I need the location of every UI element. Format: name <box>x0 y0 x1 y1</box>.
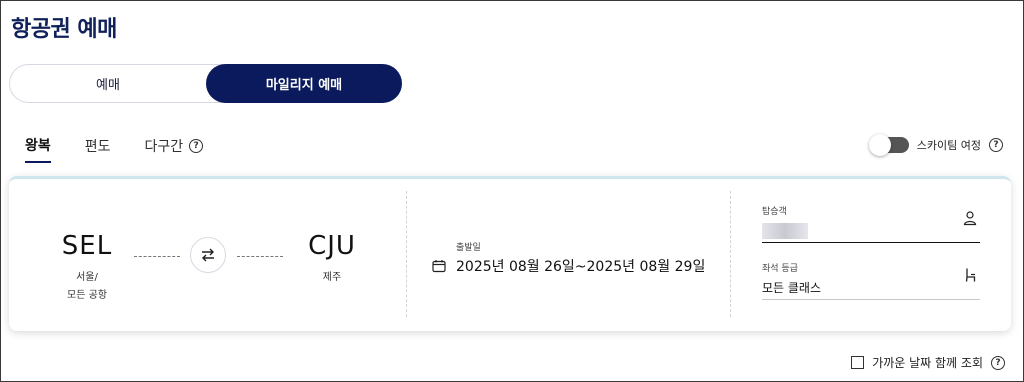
destination-city: 제주 <box>322 272 342 283</box>
cabin-class-value: 모든 클래스 <box>762 281 822 295</box>
seat-icon <box>965 268 976 282</box>
calendar-icon <box>432 260 446 273</box>
skyteam-label: 스카이팀 여정 <box>916 139 981 152</box>
departure-date-field[interactable]: 2025년 08월 26일~2025년 08월 29일 <box>432 256 705 276</box>
booking-mode-toggle: 예매 마일리지 예매 <box>9 64 402 103</box>
skyteam-itinerary: 스카이팀 여정 ? <box>868 134 1003 156</box>
swap-airports-button[interactable] <box>190 237 226 273</box>
tab-multi-city-label: 다구간 <box>144 139 184 155</box>
trip-type-tabs: 왕복 편도 다구간 ? <box>25 135 237 163</box>
page-frame: 항공권 예매 예매 마일리지 예매 왕복 편도 다구간 ? 스카이팀 여정 ? … <box>0 0 1024 382</box>
passengers-field[interactable]: 탑승객 <box>762 204 980 243</box>
origin-city: 서울/ 모든 공항 <box>54 269 120 305</box>
swap-arrows-icon <box>202 248 214 262</box>
divider <box>406 191 407 317</box>
tab-multi-city[interactable]: 다구간 ? <box>145 136 204 162</box>
nearby-dates-option: 가까운 날짜 함께 조회 ? <box>851 354 1005 371</box>
cabin-class-field[interactable]: 좌석 등급 모든 클래스 <box>762 261 980 300</box>
nearby-dates-label: 가까운 날짜 함께 조회 <box>872 356 983 370</box>
route-dots-right <box>237 256 283 257</box>
route-dots-left <box>134 256 180 257</box>
nearby-dates-checkbox[interactable] <box>851 356 865 369</box>
tab-round-trip[interactable]: 왕복 <box>25 135 51 163</box>
origin-city-line2: 모든 공항 <box>67 290 107 301</box>
tab-one-way[interactable]: 편도 <box>85 136 111 162</box>
person-icon <box>963 211 977 226</box>
help-icon[interactable]: ? <box>189 139 204 153</box>
origin-code: SEL <box>61 231 113 261</box>
skyteam-toggle[interactable] <box>868 134 909 156</box>
origin-city-line1: 서울/ <box>76 272 98 283</box>
divider <box>730 191 731 317</box>
passengers-value-redacted <box>762 223 808 239</box>
booking-mode-regular-button[interactable]: 예매 <box>10 64 206 103</box>
destination-code: CJU <box>308 231 356 261</box>
search-card: SEL 서울/ 모든 공항 CJU 제주 출발일 2025년 08월 26일~2… <box>9 176 1011 331</box>
page-title: 항공권 예매 <box>11 17 117 42</box>
booking-mode-mileage-button[interactable]: 마일리지 예매 <box>206 64 402 103</box>
toggle-knob <box>868 134 891 156</box>
destination-airport[interactable]: CJU 제주 <box>299 231 365 287</box>
help-icon[interactable]: ? <box>991 355 1005 370</box>
origin-airport[interactable]: SEL 서울/ 모든 공항 <box>54 231 120 305</box>
passengers-label: 탑승객 <box>762 207 787 217</box>
help-icon[interactable]: ? <box>989 138 1003 152</box>
cabin-class-label: 좌석 등급 <box>762 264 798 274</box>
departure-date-value: 2025년 08월 26일~2025년 08월 29일 <box>456 259 706 275</box>
departure-date-label: 출발일 <box>456 243 481 253</box>
